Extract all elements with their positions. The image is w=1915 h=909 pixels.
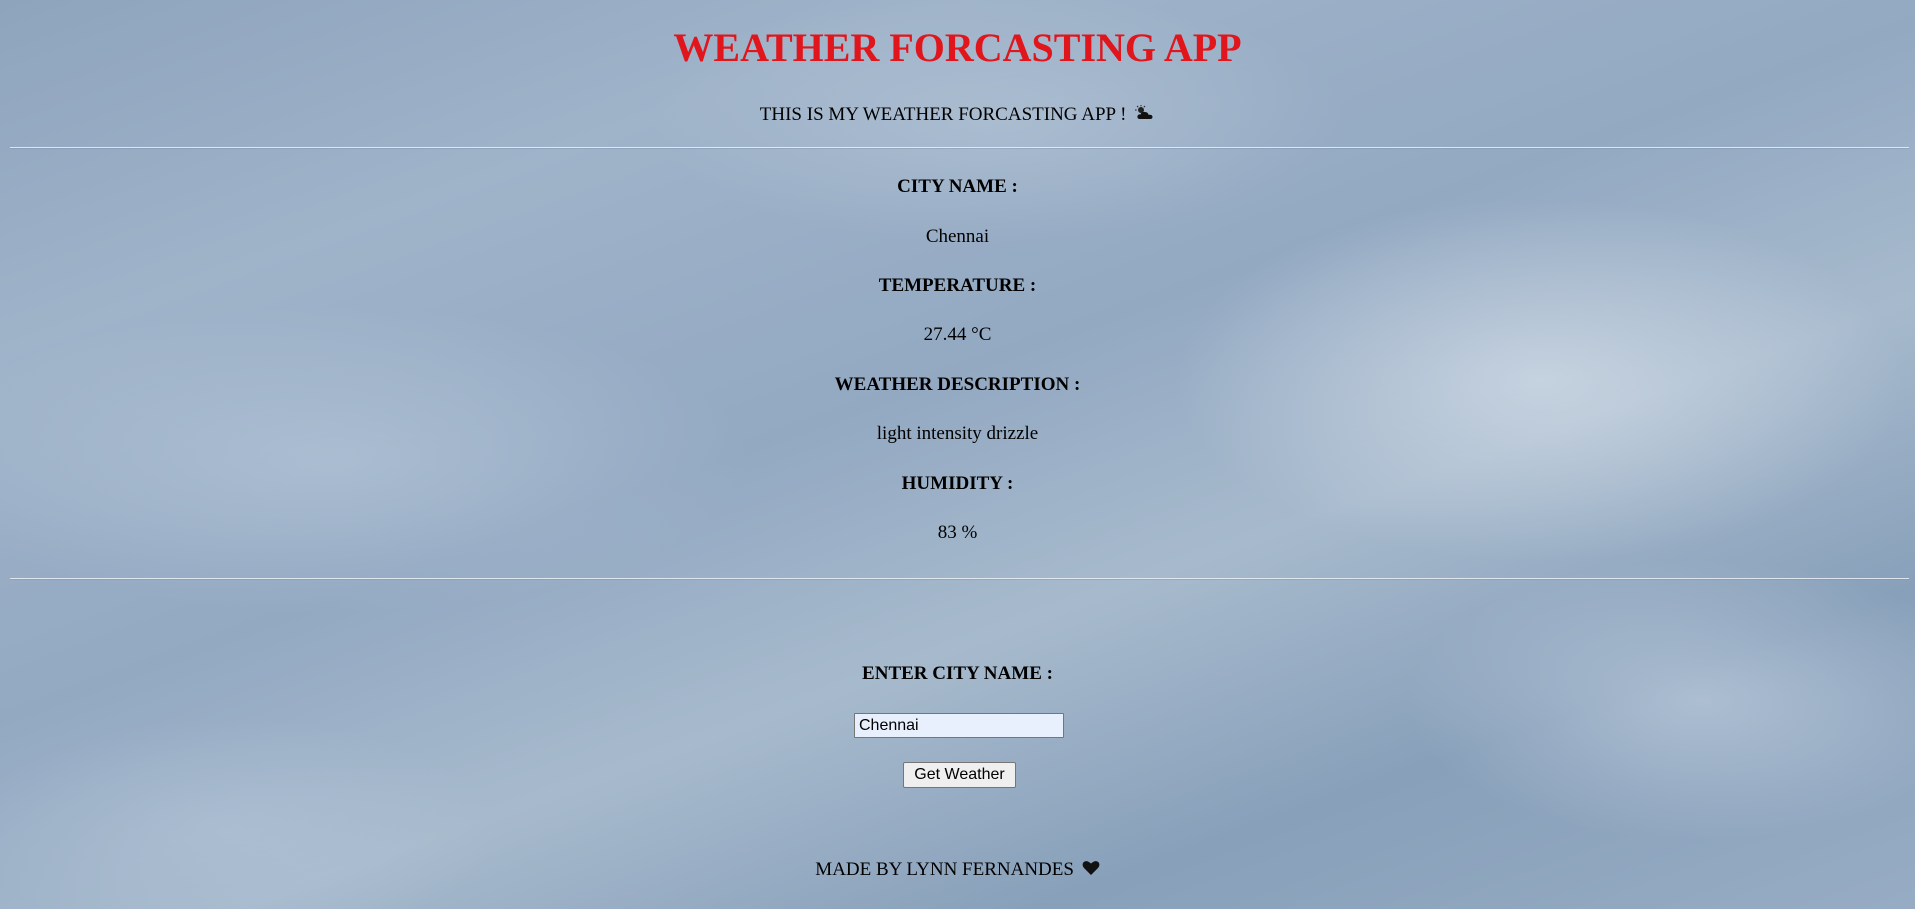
footer-credit-text: MADE BY LYNN FERNANDES bbox=[815, 859, 1074, 880]
city-input-label: ENTER CITY NAME : bbox=[862, 663, 1053, 684]
city-name-label: CITY NAME : bbox=[897, 176, 1018, 197]
humidity-value: 83 % bbox=[937, 522, 978, 543]
top-divider bbox=[10, 147, 1909, 149]
city-input[interactable] bbox=[854, 713, 1064, 738]
weather-description-value: light intensity drizzle bbox=[876, 423, 1039, 444]
page-title: WEATHER FORCASTING APP bbox=[673, 25, 1242, 70]
weather-description-label: WEATHER DESCRIPTION : bbox=[834, 374, 1081, 395]
black-heart-icon bbox=[1082, 859, 1100, 883]
subtitle-text: THIS IS MY WEATHER FORCASTING APP ! bbox=[759, 104, 1127, 125]
get-weather-button[interactable]: Get Weather bbox=[903, 762, 1016, 788]
humidity-label: HUMIDITY : bbox=[901, 473, 1014, 494]
bottom-divider bbox=[10, 578, 1909, 580]
footer-credit: MADE BY LYNN FERNANDES bbox=[0, 858, 1915, 883]
page-subtitle: THIS IS MY WEATHER FORCASTING APP ! bbox=[0, 103, 1915, 128]
temperature-label: TEMPERATURE : bbox=[878, 275, 1037, 296]
sun-behind-cloud-icon bbox=[1135, 104, 1155, 128]
temperature-value: 27.44 °C bbox=[923, 324, 992, 345]
city-name-value: Chennai bbox=[925, 226, 990, 247]
weather-app-page: WEATHER FORCASTING APP THIS IS MY WEATHE… bbox=[0, 0, 1915, 909]
